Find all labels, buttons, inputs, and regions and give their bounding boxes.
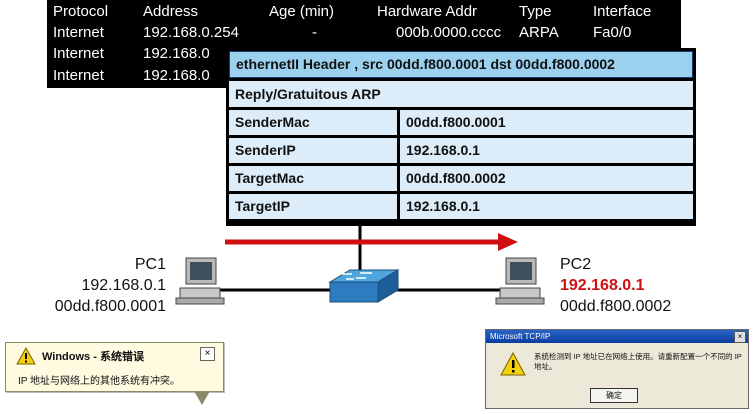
tcpip-error-dialog: Microsoft TCP/IP × 系统检测到 IP 地址已在网络上使用。请重… (485, 329, 749, 409)
arp-packet: ethernetII Header , src 00dd.f800.0001 d… (226, 48, 696, 226)
pc2-ip-conflict: 192.168.0.1 (560, 277, 645, 294)
field-value: 00dd.f800.0001 (400, 110, 693, 135)
pc1-label: PC1 192.168.0.1 00dd.f800.0001 (55, 254, 166, 317)
dialog-titlebar: Microsoft TCP/IP × (486, 330, 748, 343)
close-icon[interactable]: × (734, 331, 746, 343)
warning-icon (500, 352, 526, 376)
switch-icon (328, 269, 400, 303)
pc2-computer-icon (495, 257, 545, 305)
balloon-title: Windows - 系统错误 (42, 351, 144, 363)
ethernet-header: ethernetII Header , src 00dd.f800.0001 d… (229, 51, 693, 78)
balloon-tail (194, 391, 210, 405)
arp-type: Reply/Gratuitous ARP (229, 81, 693, 107)
field-value: 00dd.f800.0002 (400, 166, 693, 191)
pc1-name: PC1 (134, 256, 166, 273)
dialog-message: 系统检测到 IP 地址已在网络上使用。请重新配置一个不同的 IP 地址。 (534, 352, 742, 371)
ok-button[interactable]: 确定 (590, 388, 638, 403)
field-name: SenderMac (229, 110, 397, 135)
field-name: SenderIP (229, 138, 397, 163)
field-value: 192.168.0.1 (400, 194, 693, 219)
pc2-mac: 00dd.f800.0002 (560, 298, 672, 315)
warning-icon (16, 347, 36, 365)
pc1-mac: 00dd.f800.0001 (54, 298, 166, 315)
pc1-ip: 192.168.0.1 (81, 277, 166, 294)
ip-conflict-balloon: Windows - 系统错误 × IP 地址与网络上的其他系统有冲突。 (5, 342, 224, 405)
balloon-message: IP 地址与网络上的其他系统有冲突。 (18, 376, 181, 387)
dialog-title: Microsoft TCP/IP (490, 332, 551, 341)
field-name: TargetIP (229, 194, 397, 219)
arp-direction-arrow (225, 233, 518, 251)
pc1-computer-icon (175, 257, 225, 305)
pc2-name: PC2 (560, 256, 592, 273)
pc2-label: PC2 192.168.0.1 00dd.f800.0002 (560, 254, 671, 317)
close-icon[interactable]: × (200, 347, 215, 361)
field-name: TargetMac (229, 166, 397, 191)
field-value: 192.168.0.1 (400, 138, 693, 163)
